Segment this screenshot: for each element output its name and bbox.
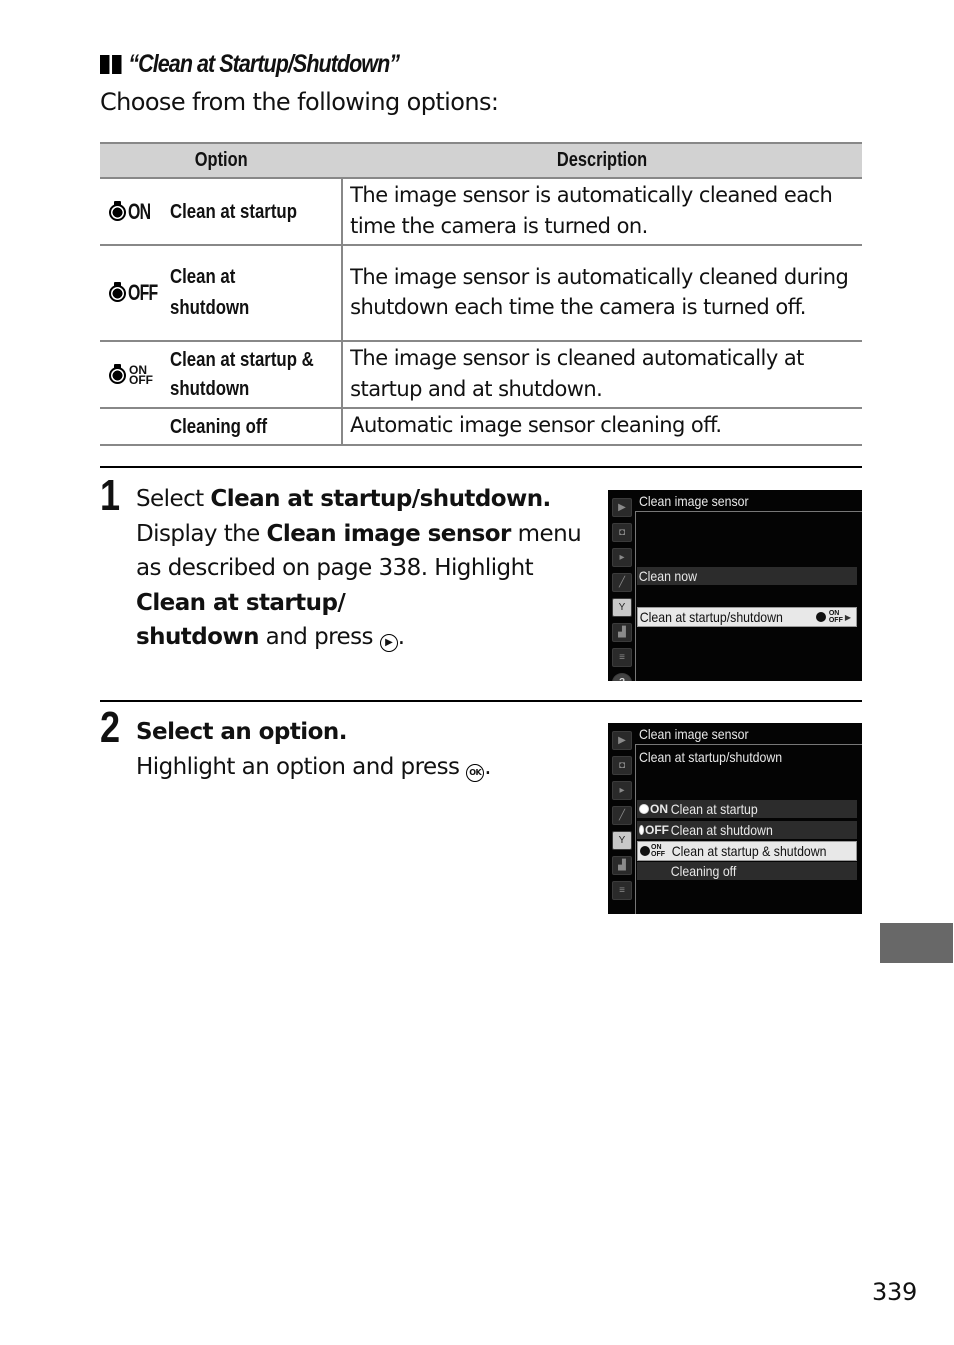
description-cell: Automatic image sensor cleaning off. bbox=[342, 408, 862, 446]
description-cell: The image sensor is cleaned automaticall… bbox=[342, 341, 862, 409]
movie-camera-icon: ▸ bbox=[612, 781, 632, 800]
clean-at-shutdown-icon: OFF bbox=[637, 823, 669, 837]
retouch-icon: ▟ bbox=[612, 623, 632, 642]
step-number: 2 bbox=[100, 703, 121, 752]
screen-subtitle: Clean at startup/shutdown bbox=[639, 749, 783, 765]
intro-text: Choose from the following options: bbox=[100, 88, 499, 116]
option-cell: Cleaning off bbox=[100, 408, 344, 446]
camera-screen-1: ▶ ◘ ▸ ╱ Y ▟ ≡ ? Clean image sensor Clean… bbox=[608, 490, 862, 681]
description-cell: The image sensor is automatically cleane… bbox=[342, 245, 862, 342]
my-menu-icon: ≡ bbox=[612, 881, 632, 900]
option-label: Clean at shutdown bbox=[170, 266, 250, 319]
step-1-text: Select Clean at startup/shutdown. Displa… bbox=[136, 482, 586, 655]
option-label: Cleaning off bbox=[170, 415, 268, 438]
wrench-icon: Y bbox=[612, 831, 632, 850]
wrench-icon: Y bbox=[612, 598, 632, 617]
menu-item-clean-at-shutdown[interactable]: OFF Clean at shutdown bbox=[637, 821, 857, 839]
step-1-body: Display the Clean image sensor menu as d… bbox=[136, 520, 582, 652]
option-label: Clean at startup & shutdown bbox=[170, 348, 314, 400]
retouch-icon: ▟ bbox=[612, 856, 632, 875]
option-cell: ON OFF Clean at startup & shutdown bbox=[100, 341, 344, 409]
description-cell: The image sensor is automatically cleane… bbox=[342, 178, 862, 246]
startup-shutdown-value-icon: ON OFF ▶ bbox=[814, 610, 851, 624]
step-2-body: Highlight an option and press OK. bbox=[136, 753, 492, 782]
step-divider bbox=[100, 466, 862, 468]
section-heading: “Clean at Startup/Shutdown” bbox=[100, 50, 400, 79]
option-cell: OFF Clean at shutdown bbox=[100, 245, 344, 342]
clean-at-startup-icon: ON bbox=[637, 802, 669, 816]
chapter-thumb-tab bbox=[880, 923, 953, 963]
step-1-title: Select Clean at startup/shutdown. bbox=[136, 486, 551, 512]
option-cell: ON Clean at startup bbox=[100, 178, 344, 246]
playback-menu-icon: ▶ bbox=[612, 731, 632, 750]
section-title: “Clean at Startup/Shutdown” bbox=[128, 50, 400, 78]
camera-icon: ◘ bbox=[612, 756, 632, 775]
option-label: Clean at startup bbox=[170, 200, 297, 223]
clean-at-shutdown-icon: OFF bbox=[100, 280, 170, 306]
step-number: 1 bbox=[100, 471, 121, 520]
table-header-row: Option Description bbox=[100, 142, 862, 179]
ok-button-icon: OK bbox=[466, 763, 485, 782]
clean-at-startup-and-shutdown-icon: ON OFF bbox=[100, 363, 170, 386]
page-number: 339 bbox=[872, 1278, 917, 1306]
options-table: Option Description ON Clean at startup T… bbox=[100, 142, 862, 446]
menu-item-clean-at-startup-and-shutdown[interactable]: ON OFF Clean at startup & shutdown bbox=[637, 841, 857, 861]
menu-tabs: ▶ ◘ ▸ ╱ Y ▟ ≡ bbox=[612, 731, 632, 906]
playback-menu-icon: ▶ bbox=[612, 498, 632, 517]
screen-title: Clean image sensor bbox=[639, 726, 749, 742]
menu-item-clean-now[interactable]: Clean now bbox=[637, 567, 857, 585]
submenu-arrow-icon: ▶ bbox=[844, 612, 851, 622]
my-menu-icon: ≡ bbox=[612, 648, 632, 667]
multi-selector-right-icon: ▶ bbox=[379, 634, 398, 652]
clean-at-startup-and-shutdown-icon: ON OFF bbox=[638, 844, 670, 858]
clean-at-startup-icon: ON bbox=[100, 199, 170, 225]
camera-icon: ◘ bbox=[612, 523, 632, 542]
header-description: Description bbox=[342, 142, 862, 179]
table-row: OFF Clean at shutdown The image sensor is… bbox=[100, 245, 862, 342]
section-marker-icon bbox=[100, 55, 122, 74]
pencil-icon: ╱ bbox=[612, 573, 632, 592]
menu-item-cleaning-off[interactable]: Cleaning off bbox=[637, 862, 857, 880]
step-divider bbox=[100, 700, 862, 702]
camera-screen-2: ▶ ◘ ▸ ╱ Y ▟ ≡ Clean image sensor Clean a… bbox=[608, 723, 862, 914]
menu-tabs: ▶ ◘ ▸ ╱ Y ▟ ≡ ? bbox=[612, 498, 632, 681]
screen-title: Clean image sensor bbox=[639, 493, 749, 509]
table-row: ON OFF Clean at startup & shutdown The ima… bbox=[100, 341, 862, 409]
menu-item-clean-at-startup[interactable]: ON Clean at startup bbox=[637, 800, 857, 818]
movie-camera-icon: ▸ bbox=[612, 548, 632, 567]
step-2-title: Select an option. bbox=[136, 719, 347, 745]
help-icon: ? bbox=[612, 673, 632, 681]
table-row: Cleaning off Automatic image sensor clea… bbox=[100, 408, 862, 446]
header-option: Option bbox=[100, 142, 343, 179]
step-2-text: Select an option. Highlight an option an… bbox=[136, 715, 586, 784]
pencil-icon: ╱ bbox=[612, 806, 632, 825]
menu-item-clean-at-startup-shutdown[interactable]: Clean at startup/shutdown ON OFF ▶ bbox=[637, 607, 857, 627]
table-row: ON Clean at startup The image sensor is … bbox=[100, 178, 862, 246]
